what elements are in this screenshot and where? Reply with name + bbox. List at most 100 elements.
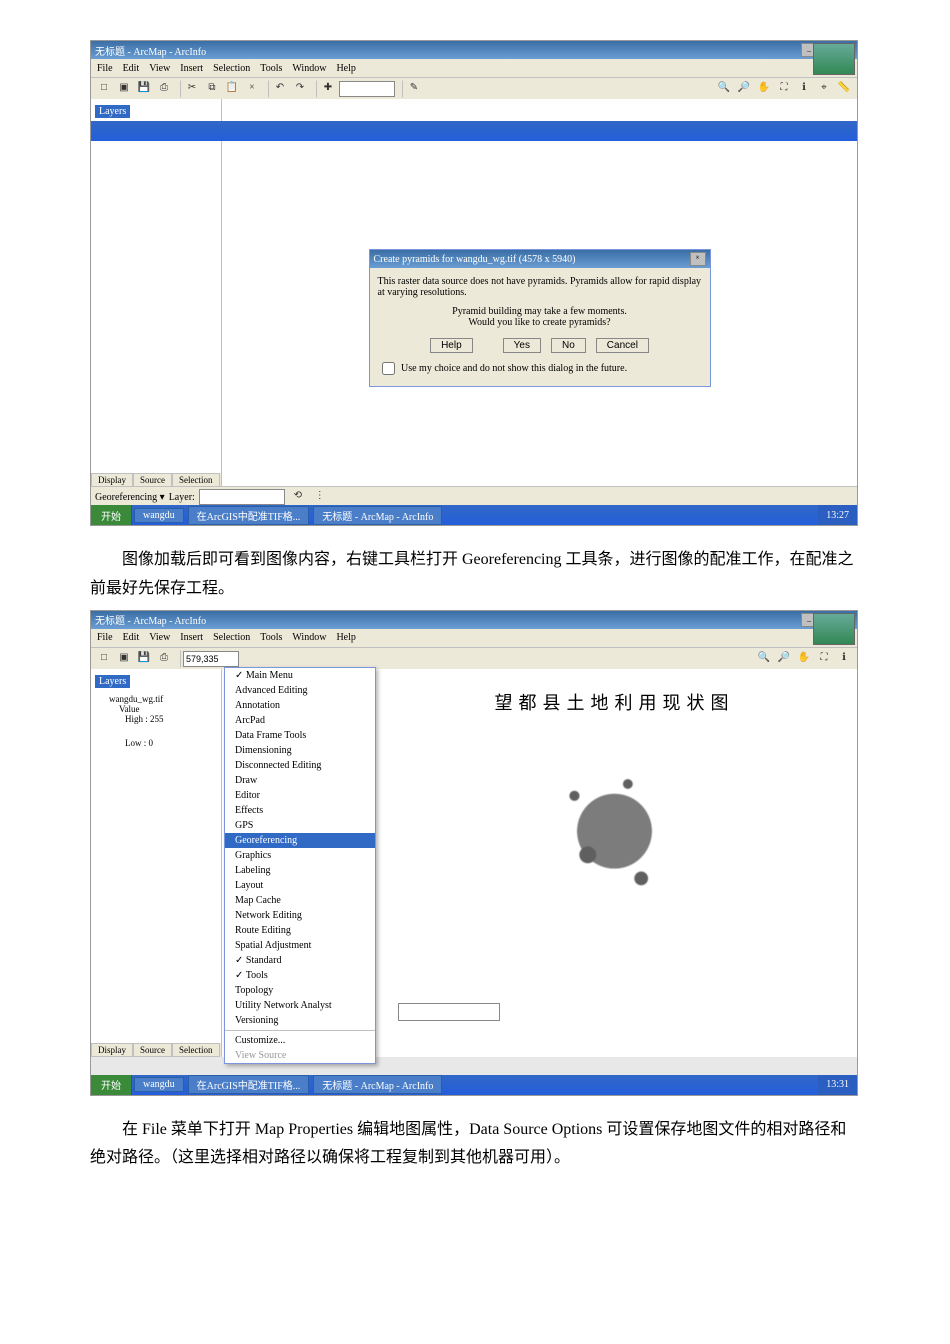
full-extent-icon[interactable]: ⛶ bbox=[815, 650, 833, 668]
toolbar-menu-item[interactable]: Utility Network Analyst bbox=[225, 998, 375, 1013]
menu-file[interactable]: File bbox=[97, 632, 113, 643]
help-button[interactable]: Help bbox=[430, 338, 473, 353]
toolbar-menu-item[interactable]: Layout bbox=[225, 878, 375, 893]
zoom-in-icon[interactable]: 🔍 bbox=[755, 650, 773, 668]
map-view[interactable]: Create pyramids for wangdu_wg.tif (4578 … bbox=[222, 99, 857, 487]
menu-edit[interactable]: Edit bbox=[123, 63, 140, 74]
toolbar-menu-item[interactable]: Spatial Adjustment bbox=[225, 938, 375, 953]
link-icon[interactable]: ⋮ bbox=[311, 488, 329, 506]
toc-tab-display[interactable]: Display bbox=[91, 473, 133, 487]
menu-insert[interactable]: Insert bbox=[180, 63, 203, 74]
georef-dropdown[interactable]: Georeferencing ▾ bbox=[95, 492, 165, 503]
rotate-icon[interactable]: ⟲ bbox=[289, 488, 307, 506]
redo-icon[interactable]: ↷ bbox=[291, 80, 309, 98]
toolbar-menu-item[interactable]: Route Editing bbox=[225, 923, 375, 938]
taskbar-item[interactable]: 在ArcGIS中配准TIF格... bbox=[188, 1075, 310, 1094]
start-button[interactable]: 开始 bbox=[91, 505, 132, 525]
toolbar-menu-item[interactable]: Data Frame Tools bbox=[225, 728, 375, 743]
copy-icon[interactable]: ⧉ bbox=[203, 80, 221, 98]
identify-icon[interactable]: ℹ bbox=[835, 650, 853, 668]
toc-tab-source[interactable]: Source bbox=[133, 473, 172, 487]
toc-tab-selection[interactable]: Selection bbox=[172, 1043, 220, 1057]
toolbar-menu-item[interactable]: Disconnected Editing bbox=[225, 758, 375, 773]
identify-icon[interactable]: ℹ bbox=[795, 80, 813, 98]
toolbar-menu-item[interactable]: ArcPad bbox=[225, 713, 375, 728]
toolbar-menu-item[interactable]: Effects bbox=[225, 803, 375, 818]
toolbar-menu-item[interactable]: Map Cache bbox=[225, 893, 375, 908]
toolbar-menu-item[interactable]: Editor bbox=[225, 788, 375, 803]
yes-button[interactable]: Yes bbox=[503, 338, 541, 353]
open-icon[interactable]: ▣ bbox=[115, 650, 133, 668]
find-icon[interactable]: ⌖ bbox=[815, 80, 833, 98]
scale-input[interactable] bbox=[183, 651, 239, 667]
menu-selection[interactable]: Selection bbox=[213, 63, 250, 74]
toolbar-menu-item[interactable]: GPS bbox=[225, 818, 375, 833]
toolbar-menu-item[interactable]: Customize... bbox=[225, 1033, 375, 1048]
dialog-close-button[interactable]: × bbox=[690, 252, 706, 266]
layer-combo[interactable] bbox=[199, 489, 285, 505]
toolbar-menu-item[interactable]: Draw bbox=[225, 773, 375, 788]
menu-insert[interactable]: Insert bbox=[180, 632, 203, 643]
menu-window[interactable]: Window bbox=[292, 632, 326, 643]
taskbar-item[interactable]: 在ArcGIS中配准TIF格... bbox=[188, 506, 310, 525]
menu-help[interactable]: Help bbox=[336, 632, 355, 643]
menu-tools[interactable]: Tools bbox=[260, 632, 282, 643]
cancel-button[interactable]: Cancel bbox=[596, 338, 649, 353]
toolbar-menu-item[interactable]: Annotation bbox=[225, 698, 375, 713]
zoom-in-icon[interactable]: 🔍 bbox=[715, 80, 733, 98]
full-extent-icon[interactable]: ⛶ bbox=[775, 80, 793, 98]
toolbar-menu-item[interactable]: View Source bbox=[225, 1048, 375, 1063]
menu-tools[interactable]: Tools bbox=[260, 63, 282, 74]
taskbar-item[interactable]: 无标题 - ArcMap - ArcInfo bbox=[313, 1075, 442, 1094]
toolbar-menu-item[interactable]: Tools bbox=[225, 968, 375, 983]
map-view[interactable]: Main MenuAdvanced EditingAnnotationArcPa… bbox=[222, 669, 857, 1057]
toc-layers-node[interactable]: Layers bbox=[95, 105, 130, 118]
toolbar-menu-item[interactable]: Georeferencing bbox=[225, 833, 375, 848]
toolbar-menu-item[interactable]: Versioning bbox=[225, 1013, 375, 1028]
toolbar-menu-item[interactable]: Network Editing bbox=[225, 908, 375, 923]
scale-input[interactable] bbox=[339, 81, 395, 97]
menu-selection[interactable]: Selection bbox=[213, 632, 250, 643]
menu-help[interactable]: Help bbox=[336, 63, 355, 74]
remember-choice-checkbox[interactable] bbox=[382, 362, 395, 375]
start-button[interactable]: 开始 bbox=[91, 1075, 132, 1095]
undo-icon[interactable]: ↶ bbox=[271, 80, 289, 98]
menu-file[interactable]: File bbox=[97, 63, 113, 74]
add-data-icon[interactable]: ✚ bbox=[319, 80, 337, 98]
taskbar-item[interactable]: wangdu bbox=[134, 508, 184, 523]
paste-icon[interactable]: 📋 bbox=[223, 80, 241, 98]
save-icon[interactable]: 💾 bbox=[135, 80, 153, 98]
toolbar-menu-item[interactable]: Standard bbox=[225, 953, 375, 968]
toc-raster-layer[interactable]: wangdu_wg.tif bbox=[109, 694, 221, 704]
toolbar-menu-item[interactable]: Main Menu bbox=[225, 668, 375, 683]
zoom-out-icon[interactable]: 🔎 bbox=[735, 80, 753, 98]
taskbar-item[interactable]: wangdu bbox=[134, 1077, 184, 1092]
toolbar-menu-item[interactable]: Graphics bbox=[225, 848, 375, 863]
no-button[interactable]: No bbox=[551, 338, 586, 353]
toolbar-menu-item[interactable]: Dimensioning bbox=[225, 743, 375, 758]
menu-view[interactable]: View bbox=[149, 632, 170, 643]
zoom-out-icon[interactable]: 🔎 bbox=[775, 650, 793, 668]
open-icon[interactable]: ▣ bbox=[115, 80, 133, 98]
toolbar-menu-item[interactable]: Topology bbox=[225, 983, 375, 998]
menu-view[interactable]: View bbox=[149, 63, 170, 74]
menu-window[interactable]: Window bbox=[292, 63, 326, 74]
print-icon[interactable]: ⎙ bbox=[155, 80, 173, 98]
editor-icon[interactable]: ✎ bbox=[405, 80, 423, 98]
toc-tab-selection[interactable]: Selection bbox=[172, 473, 220, 487]
menu-edit[interactable]: Edit bbox=[123, 632, 140, 643]
pan-icon[interactable]: ✋ bbox=[795, 650, 813, 668]
new-icon[interactable]: □ bbox=[95, 80, 113, 98]
save-icon[interactable]: 💾 bbox=[135, 650, 153, 668]
toc-layers-node[interactable]: Layers bbox=[95, 675, 130, 688]
measure-icon[interactable]: 📏 bbox=[835, 80, 853, 98]
toc-tab-display[interactable]: Display bbox=[91, 1043, 133, 1057]
new-icon[interactable]: □ bbox=[95, 650, 113, 668]
toolbar-menu-item[interactable]: Advanced Editing bbox=[225, 683, 375, 698]
pan-icon[interactable]: ✋ bbox=[755, 80, 773, 98]
cut-icon[interactable]: ✂ bbox=[183, 80, 201, 98]
delete-icon[interactable]: × bbox=[243, 80, 261, 98]
print-icon[interactable]: ⎙ bbox=[155, 650, 173, 668]
toolbar-menu-item[interactable]: Labeling bbox=[225, 863, 375, 878]
toc-tab-source[interactable]: Source bbox=[133, 1043, 172, 1057]
